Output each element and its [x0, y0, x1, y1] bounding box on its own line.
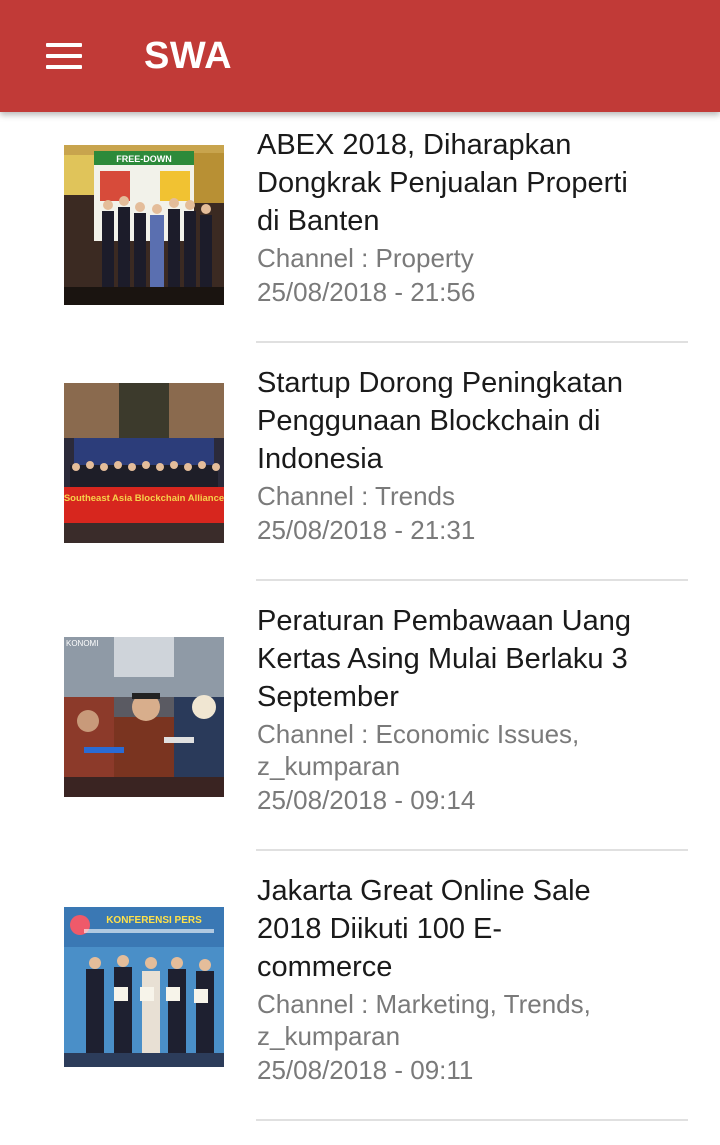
divider	[256, 849, 688, 851]
article-item[interactable]: Southeast Asia Blockchain Alliance Start…	[0, 364, 720, 581]
article-title[interactable]: Startup Dorong Peningkatan Penggunaan Bl…	[257, 364, 637, 478]
app-bar: SWA	[0, 0, 720, 112]
article-item[interactable]: KONFERENSI PERS Jakarta Great Online Sal…	[0, 872, 720, 1121]
article-thumbnail[interactable]: FREE-DOWN	[64, 145, 224, 305]
article-text: Peraturan Pembawaan Uang Kertas Asing Mu…	[257, 602, 637, 818]
article-item[interactable]: FREE-DOWN ABEX 2018, Diharapkan Dongkrak…	[0, 126, 720, 343]
thumbnail-banner-text: Southeast Asia Blockchain Alliance	[64, 493, 224, 504]
article-text: Startup Dorong Peningkatan Penggunaan Bl…	[257, 364, 637, 548]
divider	[256, 341, 688, 343]
app-title: SWA	[144, 35, 233, 77]
article-channel: Channel : Property	[257, 243, 474, 273]
menu-line	[46, 43, 82, 47]
thumbnail-banner-text: KONFERENSI PERS	[106, 915, 202, 926]
menu-line	[46, 65, 82, 69]
article-text: Jakarta Great Online Sale 2018 Diikuti 1…	[257, 872, 637, 1088]
article-title[interactable]: Jakarta Great Online Sale 2018 Diikuti 1…	[257, 872, 637, 986]
article-text: ABEX 2018, Diharapkan Dongkrak Penjualan…	[257, 126, 637, 310]
article-date: 25/08/2018 - 21:31	[257, 515, 476, 545]
article-date: 25/08/2018 - 09:14	[257, 785, 476, 815]
thumbnail-banner-text: FREE-DOWN	[116, 154, 172, 164]
article-item[interactable]: KONOMI Peraturan Pembawaan Uang Kertas A…	[0, 602, 720, 851]
menu-line	[46, 54, 82, 58]
article-date: 25/08/2018 - 21:56	[257, 277, 476, 307]
article-thumbnail[interactable]: Southeast Asia Blockchain Alliance	[64, 383, 224, 543]
divider	[256, 1119, 688, 1121]
article-thumbnail[interactable]: KONFERENSI PERS	[64, 907, 224, 1067]
thumbnail-label-text: KONOMI	[66, 639, 98, 648]
divider	[256, 579, 688, 581]
article-thumbnail[interactable]: KONOMI	[64, 637, 224, 797]
hamburger-menu-icon[interactable]	[32, 28, 96, 84]
article-date: 25/08/2018 - 09:11	[257, 1055, 474, 1085]
article-channel: Channel : Trends	[257, 481, 456, 511]
article-channel: Channel : Economic Issues, z_kumparan	[257, 719, 580, 781]
article-channel: Channel : Marketing, Trends, z_kumparan	[257, 989, 591, 1051]
article-title[interactable]: ABEX 2018, Diharapkan Dongkrak Penjualan…	[257, 126, 637, 240]
article-title[interactable]: Peraturan Pembawaan Uang Kertas Asing Mu…	[257, 602, 637, 716]
